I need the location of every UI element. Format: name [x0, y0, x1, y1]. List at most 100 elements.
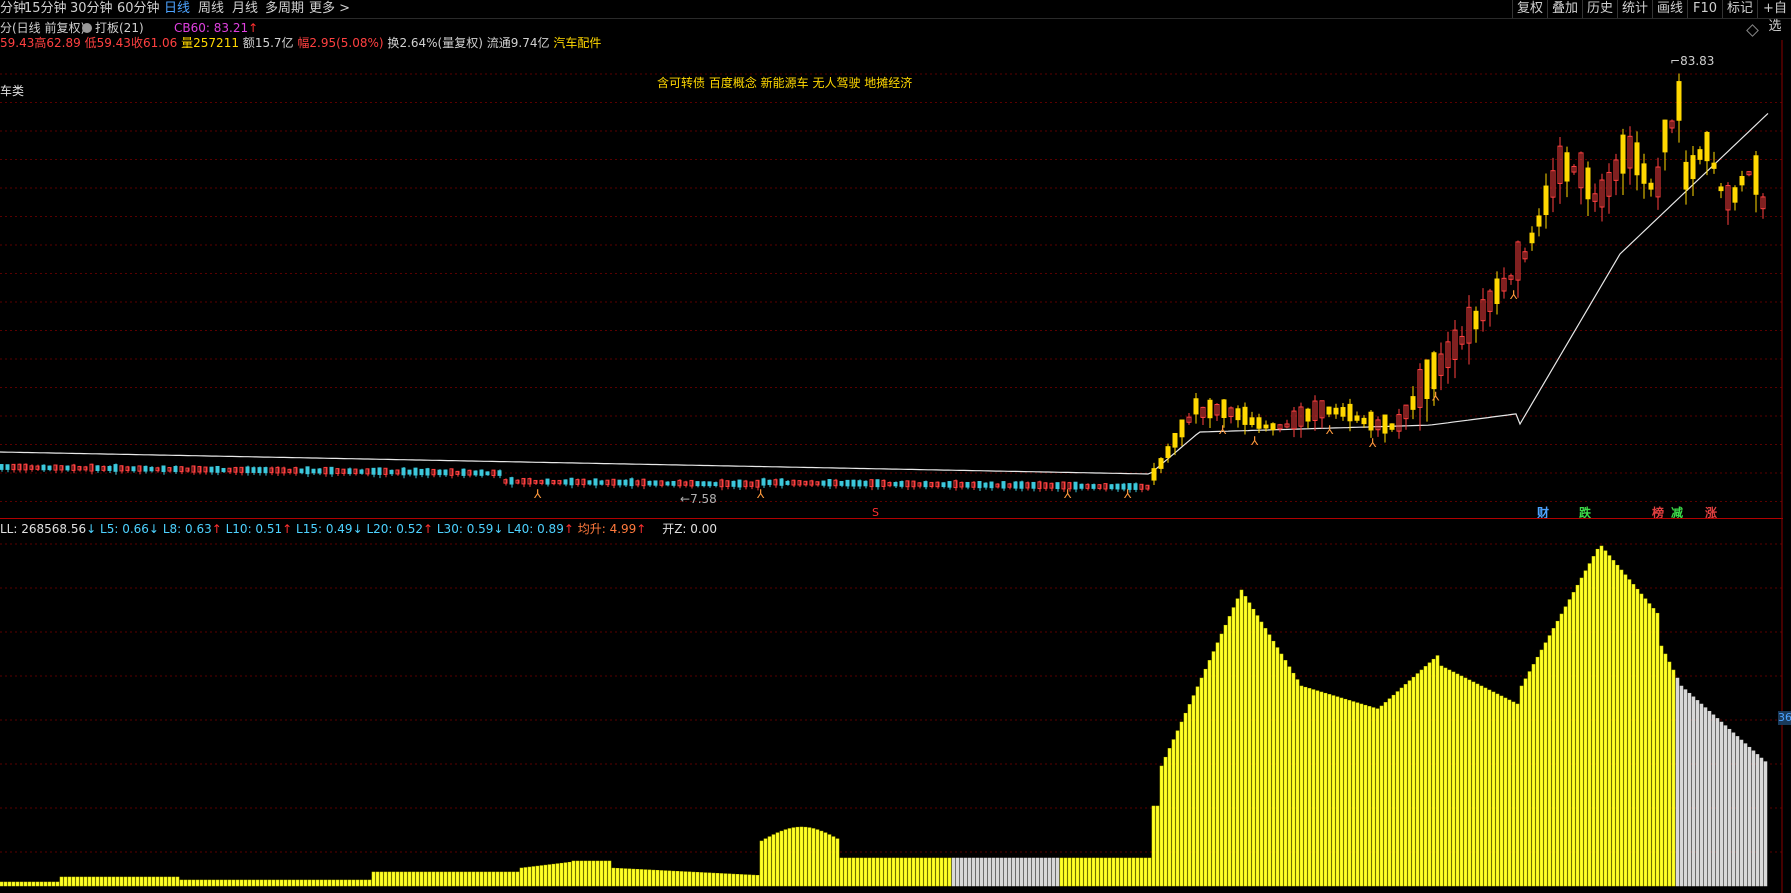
- indicator-bar: [463, 871, 468, 887]
- tab-multi-period[interactable]: 多周期: [265, 0, 304, 18]
- indicator-bar: [1351, 701, 1356, 887]
- indicator-bar: [727, 873, 732, 887]
- tab-30min[interactable]: 30分钟: [70, 0, 113, 18]
- indicator-bar: [975, 857, 980, 887]
- indicator-bar: [891, 857, 896, 887]
- candle: [587, 480, 592, 485]
- indicator-bar: [1627, 579, 1632, 887]
- indicator-bar: [663, 870, 668, 887]
- indicator-bar: [927, 857, 932, 887]
- more-menu[interactable]: 更多 >: [309, 0, 350, 18]
- candle: [311, 468, 316, 474]
- indicator-bar: [383, 871, 388, 887]
- candle: [1179, 419, 1185, 438]
- indicator-bar: [1007, 857, 1012, 887]
- indicator-bar: [571, 860, 576, 887]
- candle: [1683, 161, 1689, 190]
- high-price-marker: ⌐83.83: [1670, 54, 1715, 68]
- indicator-bar: [1083, 857, 1088, 887]
- indicator-bar: [223, 879, 228, 887]
- indicator-bar: [1639, 593, 1644, 887]
- indicator-bar: [107, 876, 112, 887]
- indicator-bar: [1479, 685, 1484, 887]
- indicator-bar: [127, 876, 132, 887]
- indicator-bar: [579, 860, 584, 887]
- buy-signal-marker: ⅄: [1431, 389, 1440, 403]
- indicator-bar: [1079, 857, 1084, 887]
- draw-button[interactable]: 画线: [1652, 0, 1687, 18]
- indicator-bar: [1459, 675, 1464, 887]
- indicator-bar: [35, 881, 40, 887]
- indicator-bar: [407, 871, 412, 887]
- tab-minute[interactable]: 分钟: [0, 0, 26, 18]
- indicator-bar: [507, 871, 512, 887]
- indicator-bar: [659, 870, 664, 887]
- indicator-bar: [411, 871, 416, 887]
- indicator-bar: [787, 828, 792, 887]
- candle: [1133, 483, 1138, 490]
- candle: [827, 479, 832, 487]
- indicator-bar: [1299, 685, 1304, 887]
- indicator-bar: [739, 874, 744, 887]
- indicator-bar: [959, 857, 964, 887]
- strategy-tag[interactable]: 打板(21): [82, 21, 144, 35]
- price-chart[interactable]: ⅄ ⅄ ⅄ ⅄ ⅄ ⅄ ⅄ ⅄ ⅄ ⅄: [0, 40, 1783, 518]
- indicator-bar: [251, 879, 256, 887]
- candle: [1305, 408, 1311, 422]
- indicator-bar: [1483, 687, 1488, 887]
- indicator-bar: [1339, 697, 1344, 887]
- indicator-bar: [879, 857, 884, 887]
- indicator-bar: [719, 873, 724, 887]
- indicator-bar: [903, 857, 908, 887]
- indicator-bar: [47, 881, 52, 887]
- tab-monthly[interactable]: 月线: [232, 0, 258, 18]
- indicator-bar: [1587, 563, 1592, 887]
- indicator-bar: [467, 871, 472, 887]
- indicator-bar: [1703, 707, 1708, 887]
- indicator-bar: [259, 879, 264, 887]
- candle: [413, 467, 418, 476]
- low-price-marker: ←7.58: [680, 492, 717, 506]
- tab-weekly[interactable]: 周线: [198, 0, 224, 18]
- candle: [1585, 167, 1591, 200]
- indicator-bar: [1247, 602, 1252, 887]
- buy-signal-marker: ⅄: [1368, 436, 1377, 450]
- indicator-bar: [1035, 857, 1040, 887]
- indicator-bar: [151, 876, 156, 887]
- indicator-bar: [479, 871, 484, 887]
- tab-60min[interactable]: 60分钟: [117, 0, 160, 18]
- tab-daily[interactable]: 日线: [164, 0, 190, 18]
- add-watchlist-button[interactable]: +自选: [1757, 0, 1791, 34]
- candle: [989, 481, 994, 489]
- indicator-bar: [335, 879, 340, 887]
- mark-button[interactable]: 标记: [1722, 0, 1757, 18]
- indicator-bar: [1607, 555, 1612, 887]
- indicator-bar: [1539, 649, 1544, 887]
- indicator-bar: [1471, 681, 1476, 887]
- settings-diamond-icon[interactable]: [1746, 24, 1759, 37]
- indicator-bar: [1523, 678, 1528, 887]
- candle: [845, 479, 850, 487]
- indicator-bar: [15, 881, 20, 887]
- f10-button[interactable]: F10: [1687, 0, 1722, 18]
- indicator-bar: [655, 870, 660, 887]
- tab-15min[interactable]: 15分钟: [24, 0, 67, 18]
- indicator-bar: [695, 872, 700, 887]
- candle: [1389, 423, 1395, 430]
- history-button[interactable]: 历史: [1582, 0, 1617, 18]
- indicator-bar: [983, 857, 988, 887]
- candle: [653, 480, 658, 486]
- candle: [1242, 406, 1248, 425]
- concept-tags[interactable]: 含可转债 百度概念 新能源车 无人驾驶 地摊经济: [657, 74, 912, 91]
- stats-button[interactable]: 统计: [1617, 0, 1652, 18]
- indicator-chart[interactable]: [0, 514, 1783, 893]
- indicator-bar: [1115, 857, 1120, 887]
- indicator-bar: [1027, 857, 1032, 887]
- overlay-button[interactable]: 叠加: [1547, 0, 1582, 18]
- adjust-button[interactable]: 复权: [1512, 0, 1547, 18]
- indicator-bar: [855, 857, 860, 887]
- indicator-bar: [979, 857, 984, 887]
- candle: [221, 467, 226, 473]
- indicator-bar: [1103, 857, 1108, 887]
- indicator-bar: [1411, 676, 1416, 887]
